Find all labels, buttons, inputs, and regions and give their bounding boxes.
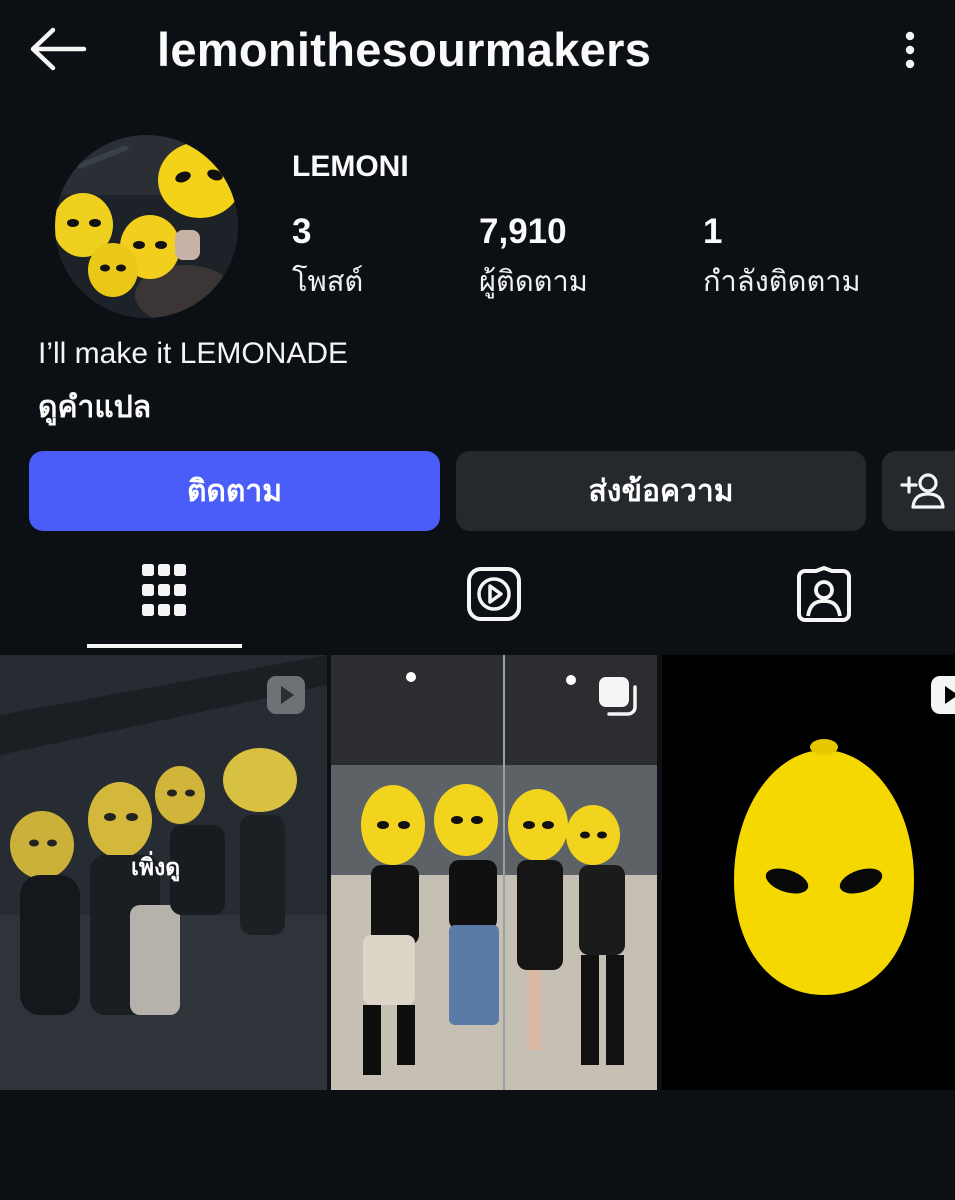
arrow-left-icon[interactable] [28,26,88,72]
stat-followers[interactable]: 7,910 ผู้ติดตาม [479,212,588,304]
profile-display-name: LEMONI [292,150,409,183]
active-tab-indicator [87,644,242,648]
followers-label: ผู้ติดตาม [479,266,588,298]
stat-posts[interactable]: 3 โพสต์ [292,212,363,304]
reels-icon [467,567,521,621]
add-user-button[interactable] [882,451,955,531]
following-label: กำลังติดตาม [703,266,861,298]
more-vertical-icon[interactable] [892,28,928,72]
message-button[interactable]: ส่งข้อความ [456,451,866,531]
post-thumbnail-2[interactable] [331,655,657,1090]
reel-icon [267,676,305,714]
posts-label: โพสต์ [292,266,364,298]
posts-count: 3 [292,212,312,251]
follow-button[interactable]: ติดตาม [29,451,440,531]
following-count: 1 [703,212,723,251]
carousel-icon [599,677,637,716]
post-3-photo [662,655,955,1090]
avatar-photo [55,135,238,318]
grid-icon [142,564,186,616]
profile-bio: I’ll make it LEMONADE [38,337,349,370]
add-user-icon [900,473,945,509]
followers-count: 7,910 [479,212,567,251]
post-2-photo [331,655,657,1090]
profile-avatar[interactable] [55,135,238,318]
tab-reels[interactable] [416,560,571,650]
profile-username: lemonithesourmakers [157,23,652,76]
stat-following[interactable]: 1 กำลังติดตาม [703,212,861,304]
tab-tagged[interactable] [746,560,901,650]
recently-viewed-label: เพิ่งดู [131,854,181,880]
post-thumbnail-1[interactable]: เพิ่งดู [0,655,327,1090]
see-translation-link[interactable]: ดูคำแปล [38,384,151,431]
tab-posts-grid[interactable] [87,560,242,650]
reel-icon [931,676,955,714]
post-thumbnail-3[interactable] [662,655,955,1090]
posts-grid: เพิ่งดู [0,655,955,1090]
tagged-icon [797,566,851,622]
top-bar: lemonithesourmakers [0,0,955,100]
